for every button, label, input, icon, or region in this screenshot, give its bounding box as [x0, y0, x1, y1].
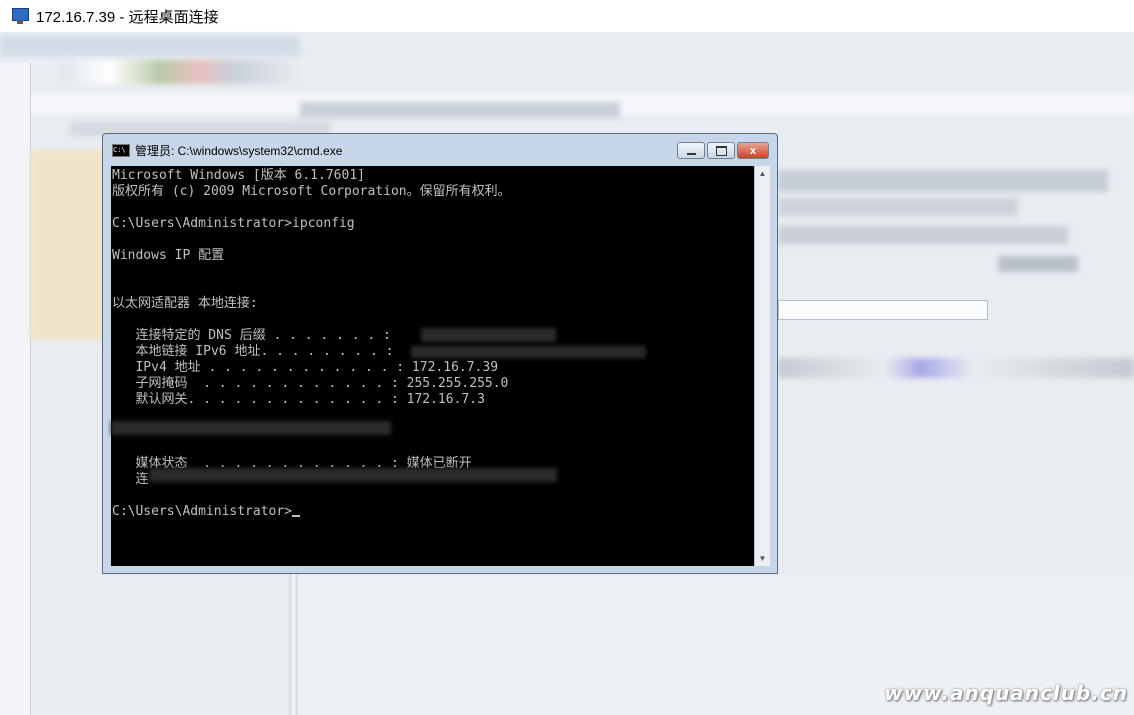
vertical-scrollbar[interactable]: ▲ ▼ [754, 166, 770, 566]
scroll-up-icon[interactable]: ▲ [755, 166, 770, 181]
redaction [411, 346, 646, 358]
navigation-pane[interactable] [0, 63, 31, 715]
maximize-icon [715, 145, 727, 156]
redaction [149, 468, 557, 482]
cmd-window[interactable]: C:\ 管理员: C:\windows\system32\cmd.exe x M… [102, 133, 778, 574]
rdp-titlebar[interactable]: 172.16.7.39 - 远程桌面连接 [0, 0, 1134, 32]
maximize-button[interactable] [707, 142, 735, 159]
redaction [421, 328, 556, 342]
blurred-toolbar-icons [60, 60, 310, 84]
cmd-titlebar[interactable]: C:\ 管理员: C:\windows\system32\cmd.exe x [103, 134, 777, 166]
console-line: C:\Users\Administrator>ipconfig [112, 216, 355, 231]
details-pane [778, 160, 1134, 420]
console-line: 版权所有 (c) 2009 Microsoft Corporation。保留所有… [112, 184, 511, 199]
pane-splitter[interactable] [289, 570, 298, 715]
remote-desktop-icon [10, 7, 30, 25]
console-line: 连 [112, 472, 149, 487]
close-button[interactable]: x [737, 142, 769, 159]
console-line: 默认网关. . . . . . . . . . . . . : 172.16.7… [112, 392, 485, 407]
blurred-toolbar [0, 36, 300, 56]
blurred-row [778, 358, 1134, 378]
scroll-down-icon[interactable]: ▼ [755, 551, 770, 566]
close-icon: x [749, 144, 757, 157]
blurred-path [300, 102, 620, 118]
console-line: 以太网适配器 本地连接: [112, 296, 258, 311]
console-line: 本地链接 IPv6 地址. . . . . . . . : [112, 344, 394, 359]
console-line: 连接特定的 DNS 后缀 . . . . . . . : [112, 328, 391, 343]
console-line: IPv4 地址 . . . . . . . . . . . . : 172.16… [112, 360, 499, 375]
console-line: Windows IP 配置 [112, 248, 225, 263]
cmd-icon: C:\ [112, 143, 130, 157]
blurred-row [778, 170, 1108, 192]
watermark: www.anquanclub.cn [884, 681, 1128, 705]
cmd-window-title: 管理员: C:\windows\system32\cmd.exe [135, 143, 343, 158]
console-line: Microsoft Windows [版本 6.1.7601] [112, 168, 365, 183]
console-line: 子网掩码 . . . . . . . . . . . . : 255.255.2… [112, 376, 509, 391]
console-output[interactable]: Microsoft Windows [版本 6.1.7601] 版权所有 (c)… [111, 166, 754, 566]
redaction [111, 421, 391, 435]
blurred-row [778, 198, 1018, 216]
blurred-row [998, 256, 1078, 272]
rdp-window-title: 172.16.7.39 - 远程桌面连接 [36, 8, 219, 26]
blurred-input[interactable] [778, 300, 988, 320]
blurred-nav-item [30, 150, 105, 340]
minimize-icon [686, 152, 696, 155]
text-cursor [292, 515, 301, 517]
minimize-button[interactable] [677, 142, 705, 159]
window-controls: x [675, 142, 769, 159]
blurred-row [778, 226, 1068, 244]
console-prompt: C:\Users\Administrator> [112, 504, 293, 519]
